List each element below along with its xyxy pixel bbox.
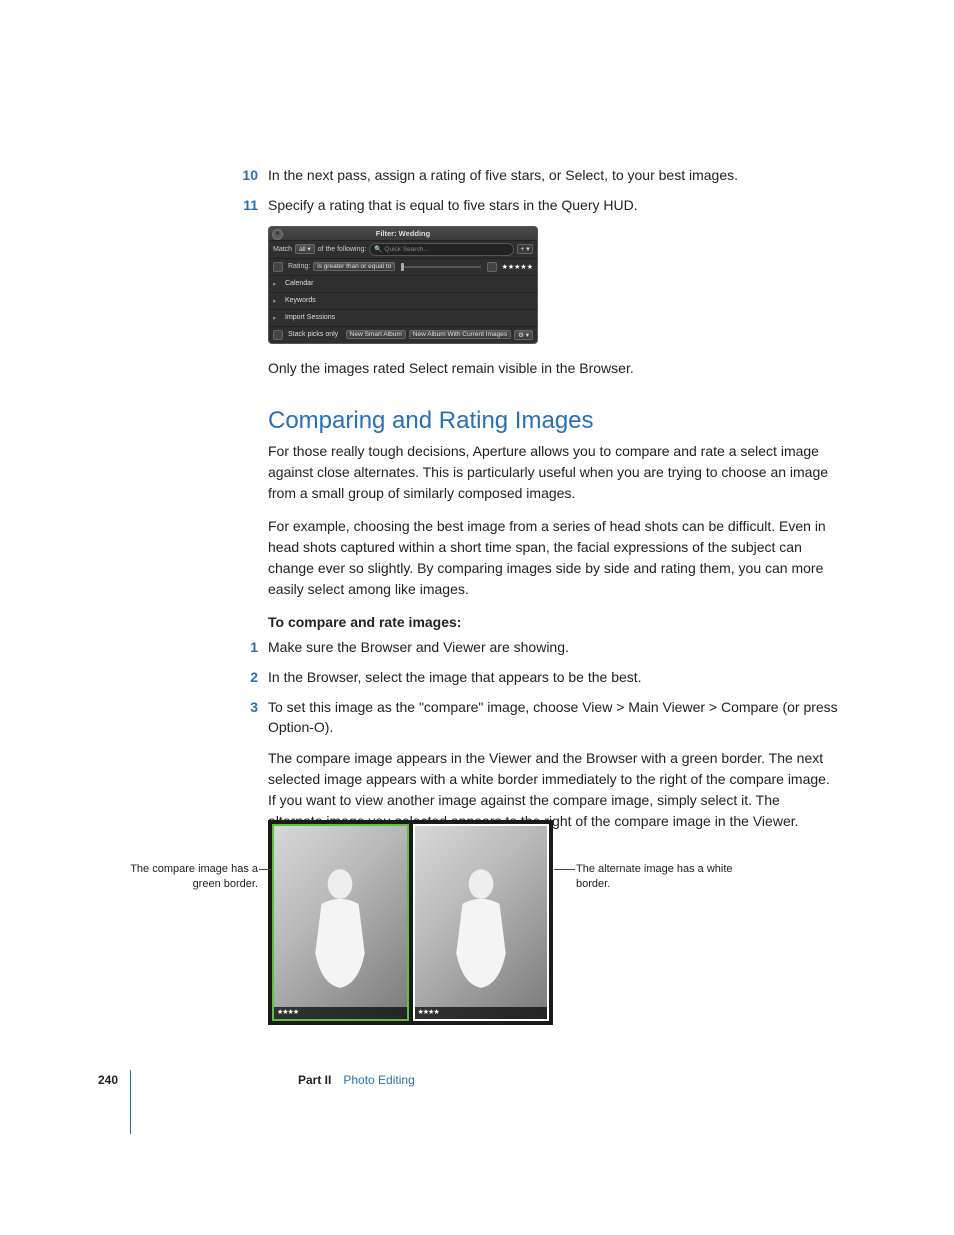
step-2: 2 In the Browser, select the image that … [268,667,838,687]
page-footer: 240 Part IIPhoto Editing [98,1073,838,1087]
paragraph: For those really tough decisions, Apertu… [268,441,838,504]
paragraph: For example, choosing the best image fro… [268,516,838,600]
disclosure-icon[interactable] [273,297,280,304]
alternate-image: ★★★★ [413,824,550,1021]
rating-checkbox[interactable] [273,262,283,272]
task-subhead: To compare and rate images: [268,612,838,633]
rating-strip: ★★★★ [415,1007,548,1019]
after-hud-note: Only the images rated Select remain visi… [268,358,838,379]
new-smart-album-button[interactable]: New Smart Album [346,330,406,339]
disclosure-icon[interactable] [273,280,280,287]
filter-hud: × Filter: Wedding Match all ▾ of the fol… [268,226,538,344]
comparison-figure: ★★★★ ★★★★ [268,820,838,1025]
step-number: 10 [238,165,258,185]
step-text: To set this image as the "compare" image… [268,697,838,738]
callout-line [259,869,271,870]
of-following-label: of the following: [318,246,367,253]
rating-label: Rating: [288,263,310,270]
step-10: 10 In the next pass, assign a rating of … [268,165,838,185]
person-silhouette-icon [444,861,518,996]
hud-calendar-row[interactable]: Calendar [269,276,537,293]
add-rule-button[interactable]: + ▾ [517,244,533,254]
disclosure-icon[interactable] [273,314,280,321]
hud-match-row: Match all ▾ of the following: 🔍 Quick Se… [269,241,537,259]
hud-import-row[interactable]: Import Sessions [269,310,537,327]
gear-menu[interactable]: ⚙ ▾ [514,330,533,340]
main-content: 10 In the next pass, assign a rating of … [268,165,838,844]
step-11: 11 Specify a rating that is equal to fiv… [268,195,838,215]
rating-operator[interactable]: is greater than or equal to [313,262,395,271]
hud-keywords-row[interactable]: Keywords [269,293,537,310]
page-number: 240 [98,1073,128,1087]
step-text: Specify a rating that is equal to five s… [268,195,838,215]
hud-title: Filter: Wedding [376,229,430,238]
person-silhouette-icon [303,861,377,996]
footer-divider [130,1070,131,1134]
rating-slider[interactable] [401,266,480,268]
hud-title-bar: × Filter: Wedding [269,227,537,241]
step-3: 3 To set this image as the "compare" ima… [268,697,838,738]
rating-strip: ★★★★ [274,1007,407,1019]
callout-compare: The compare image has a green border. [128,862,258,892]
step-number: 2 [238,667,258,687]
compare-image: ★★★★ [272,824,409,1021]
step-1: 1 Make sure the Browser and Viewer are s… [268,637,838,657]
stack-picks-checkbox[interactable] [273,330,283,340]
step-number: 1 [238,637,258,657]
step-number: 3 [238,697,258,738]
callout-alternate: The alternate image has a white border. [576,862,736,892]
hud-footer-row: Stack picks only New Smart Album New Alb… [269,327,537,343]
close-icon[interactable]: × [272,229,283,240]
search-input[interactable]: 🔍 Quick Search... [369,243,514,256]
row-label: Calendar [285,280,313,287]
step-text: In the next pass, assign a rating of fiv… [268,165,838,185]
footer-part: Part IIPhoto Editing [298,1073,415,1087]
rating-lock-icon [487,262,497,272]
match-label: Match [273,246,292,253]
step-text: Make sure the Browser and Viewer are sho… [268,637,838,657]
new-album-button[interactable]: New Album With Current Images [409,330,511,339]
section-heading: Comparing and Rating Images [268,407,838,435]
viewer-panel: ★★★★ ★★★★ [268,820,553,1025]
match-dropdown[interactable]: all ▾ [295,244,315,254]
rating-stars: ★★★★★ [502,263,533,271]
hud-rating-row: Rating: is greater than or equal to ★★★★… [269,259,537,276]
callout-line [554,869,575,870]
row-label: Import Sessions [285,314,335,321]
step-number: 11 [238,195,258,215]
stack-picks-label: Stack picks only [288,331,338,338]
row-label: Keywords [285,297,316,304]
step-text: In the Browser, select the image that ap… [268,667,838,687]
